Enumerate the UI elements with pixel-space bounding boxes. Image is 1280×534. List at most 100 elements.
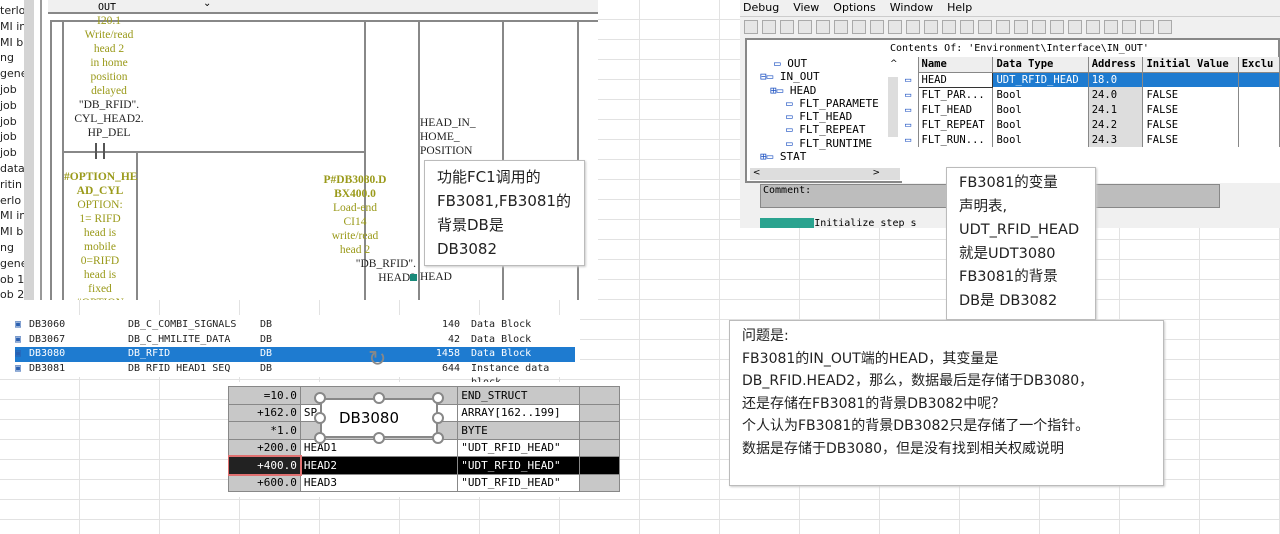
resize-handle[interactable] bbox=[373, 432, 385, 444]
cell-address[interactable]: =10.0 bbox=[228, 386, 301, 405]
cell-initial[interactable]: FALSE bbox=[1142, 132, 1239, 147]
toolbar-button-icon[interactable] bbox=[780, 20, 794, 34]
cell-address[interactable]: +600.0 bbox=[228, 473, 301, 492]
toolbar-button-icon[interactable] bbox=[1104, 20, 1118, 34]
table-row[interactable]: +600.0 HEAD3 "UDT_RFID_HEAD" bbox=[228, 473, 620, 492]
table-row[interactable]: ▭ FLT_RUN... Bool 24.3 FALSE bbox=[902, 132, 1280, 147]
cell-initial[interactable]: FALSE bbox=[1142, 117, 1239, 132]
toolbar-button-icon[interactable] bbox=[888, 20, 902, 34]
cell-type[interactable]: Bool bbox=[992, 102, 1089, 117]
tree-item[interactable]: ▭ FLT_RUNTIME bbox=[756, 137, 900, 150]
head-operand[interactable]: "DB_RFID". HEAD2 bbox=[320, 257, 416, 285]
cell-address[interactable]: +400.0 bbox=[228, 454, 303, 476]
resize-handle[interactable] bbox=[432, 412, 444, 424]
toolbar-button-icon[interactable] bbox=[1014, 20, 1028, 34]
cell-address[interactable]: +200.0 bbox=[228, 438, 301, 457]
toolbar-button-icon[interactable] bbox=[852, 20, 866, 34]
resize-handle[interactable] bbox=[314, 412, 326, 424]
cell-type[interactable]: "UDT_RFID_HEAD" bbox=[457, 456, 581, 475]
cell-initial[interactable]: FALSE bbox=[1142, 87, 1239, 102]
pointer-operand[interactable]: P#DB3080.D BX400.0 bbox=[290, 173, 420, 201]
table-row[interactable]: +400.0 HEAD2 "UDT_RFID_HEAD" bbox=[228, 454, 620, 476]
option-operand[interactable]: #OPTION_HE AD_CYL bbox=[64, 170, 137, 198]
list-item[interactable]: ▣ DB3067 DB_C_HMILITE_DATA DB 42 Data Block bbox=[15, 333, 575, 348]
tree-item[interactable]: ▭ OUT bbox=[756, 57, 900, 70]
toolbar-button-icon[interactable] bbox=[906, 20, 920, 34]
tree-item[interactable]: ▭ FLT_PARAMETE bbox=[756, 97, 900, 110]
toolbar-button-icon[interactable] bbox=[744, 20, 758, 34]
toolbar-button-icon[interactable] bbox=[978, 20, 992, 34]
menu-view[interactable]: View bbox=[793, 1, 819, 14]
column-header[interactable]: Exclu bbox=[1238, 57, 1280, 73]
cell-address[interactable]: *1.0 bbox=[228, 421, 301, 440]
toolbar-button-icon[interactable] bbox=[924, 20, 938, 34]
toolbar-button-icon[interactable] bbox=[870, 20, 884, 34]
cell-initial[interactable] bbox=[1142, 72, 1239, 87]
table-row[interactable]: ▭ FLT_PAR... Bool 24.0 FALSE bbox=[902, 87, 1280, 102]
cell-name[interactable]: FLT_HEAD bbox=[918, 102, 994, 117]
network-title[interactable]: Network 1Initialize step s bbox=[760, 218, 917, 228]
toolbar-button-icon[interactable] bbox=[798, 20, 812, 34]
cell-name[interactable]: HEAD bbox=[917, 71, 994, 88]
tree-item[interactable]: ▭ FLT_HEAD bbox=[756, 110, 900, 123]
scroll-up-icon[interactable]: ^ bbox=[890, 59, 898, 69]
cell-type[interactable]: ARRAY[162..199] bbox=[457, 403, 581, 422]
toolbar-button-icon[interactable] bbox=[1086, 20, 1100, 34]
list-item[interactable]: ▣ DB3080 DB_RFID DB 1458 Data Block bbox=[15, 347, 575, 362]
contact-operand[interactable]: "DB_RFID". CYL_HEAD2. HP_DEL bbox=[64, 98, 154, 140]
column-header[interactable]: Address bbox=[1088, 57, 1144, 73]
column-header[interactable]: Initial Value bbox=[1142, 57, 1239, 73]
cell-address[interactable]: 24.3 bbox=[1088, 132, 1144, 147]
toolbar-button-icon[interactable] bbox=[1122, 20, 1136, 34]
contact-symbol[interactable] bbox=[95, 143, 105, 159]
cell-type[interactable]: "UDT_RFID_HEAD" bbox=[457, 438, 581, 457]
cell-type[interactable]: END_STRUCT bbox=[457, 386, 581, 405]
cell-name[interactable]: FLT_PAR... bbox=[918, 87, 994, 102]
cell-address[interactable]: 24.1 bbox=[1088, 102, 1144, 117]
resize-handle[interactable] bbox=[314, 432, 326, 444]
toolbar-button-icon[interactable] bbox=[1050, 20, 1064, 34]
tree-hscrollbar[interactable]: < > bbox=[750, 168, 900, 180]
table-row[interactable]: ▭ HEAD UDT_RFID_HEAD 18.0 bbox=[902, 71, 1280, 88]
cell-type[interactable]: "UDT_RFID_HEAD" bbox=[457, 473, 581, 492]
resize-handle[interactable] bbox=[314, 392, 326, 404]
toolbar-button-icon[interactable] bbox=[942, 20, 956, 34]
menu-window[interactable]: Window bbox=[890, 1, 933, 14]
toolbar-button-icon[interactable] bbox=[1140, 20, 1154, 34]
tree-scrollbar[interactable] bbox=[888, 77, 898, 137]
menu-help[interactable]: Help bbox=[947, 1, 972, 14]
cell-address[interactable]: 18.0 bbox=[1088, 72, 1144, 87]
toolbar-button-icon[interactable] bbox=[762, 20, 776, 34]
scrollbar[interactable] bbox=[24, 0, 34, 300]
menu-options[interactable]: Options bbox=[833, 1, 875, 14]
toolbar-button-icon[interactable] bbox=[816, 20, 830, 34]
cell-name[interactable]: HEAD2 bbox=[299, 456, 459, 475]
resize-handle[interactable] bbox=[432, 392, 444, 404]
menu-debug[interactable]: Debug bbox=[743, 1, 779, 14]
column-header[interactable]: Data Type bbox=[992, 57, 1089, 73]
toolbar-button-icon[interactable] bbox=[1068, 20, 1082, 34]
table-row[interactable]: +200.0 HEAD1 "UDT_RFID_HEAD" bbox=[228, 438, 620, 457]
list-item[interactable]: ▣ DB3081 DB RFID HEAD1 SEQ DB 644 Instance da… bbox=[15, 362, 575, 389]
cell-initial[interactable]: FALSE bbox=[1142, 102, 1239, 117]
toolbar-button-icon[interactable] bbox=[1158, 20, 1172, 34]
toolbar-button-icon[interactable] bbox=[834, 20, 848, 34]
toolbar-button-icon[interactable] bbox=[960, 20, 974, 34]
cell-address[interactable]: 24.2 bbox=[1088, 117, 1144, 132]
cell-name[interactable]: FLT_REPEAT bbox=[918, 117, 994, 132]
table-row[interactable]: ▭ FLT_HEAD Bool 24.1 FALSE bbox=[902, 102, 1280, 117]
tree-item-out[interactable]: OUT bbox=[98, 2, 116, 13]
rotate-handle-icon[interactable]: ↻ bbox=[368, 347, 386, 372]
cell-type[interactable]: Bool bbox=[992, 132, 1089, 147]
cell-address[interactable]: +162.0 bbox=[228, 403, 301, 422]
toolbar-button-icon[interactable] bbox=[996, 20, 1010, 34]
cell-name[interactable]: HEAD3 bbox=[299, 473, 459, 492]
cell-type[interactable]: UDT_RFID_HEAD bbox=[992, 72, 1089, 87]
tree-item[interactable]: ▭ FLT_REPEAT bbox=[756, 123, 900, 136]
chevron-down-icon[interactable]: ⌄ bbox=[203, 0, 211, 9]
resize-handle[interactable] bbox=[373, 392, 385, 404]
list-item[interactable]: ▣ DB3060 DB_C_COMBI_SIGNALS DB 140 Data Block bbox=[15, 318, 575, 333]
tree-item[interactable]: ⊟▭ IN_OUT bbox=[756, 70, 900, 83]
table-row[interactable]: ▭ FLT_REPEAT Bool 24.2 FALSE bbox=[902, 117, 1280, 132]
column-header[interactable]: Name bbox=[918, 57, 994, 73]
